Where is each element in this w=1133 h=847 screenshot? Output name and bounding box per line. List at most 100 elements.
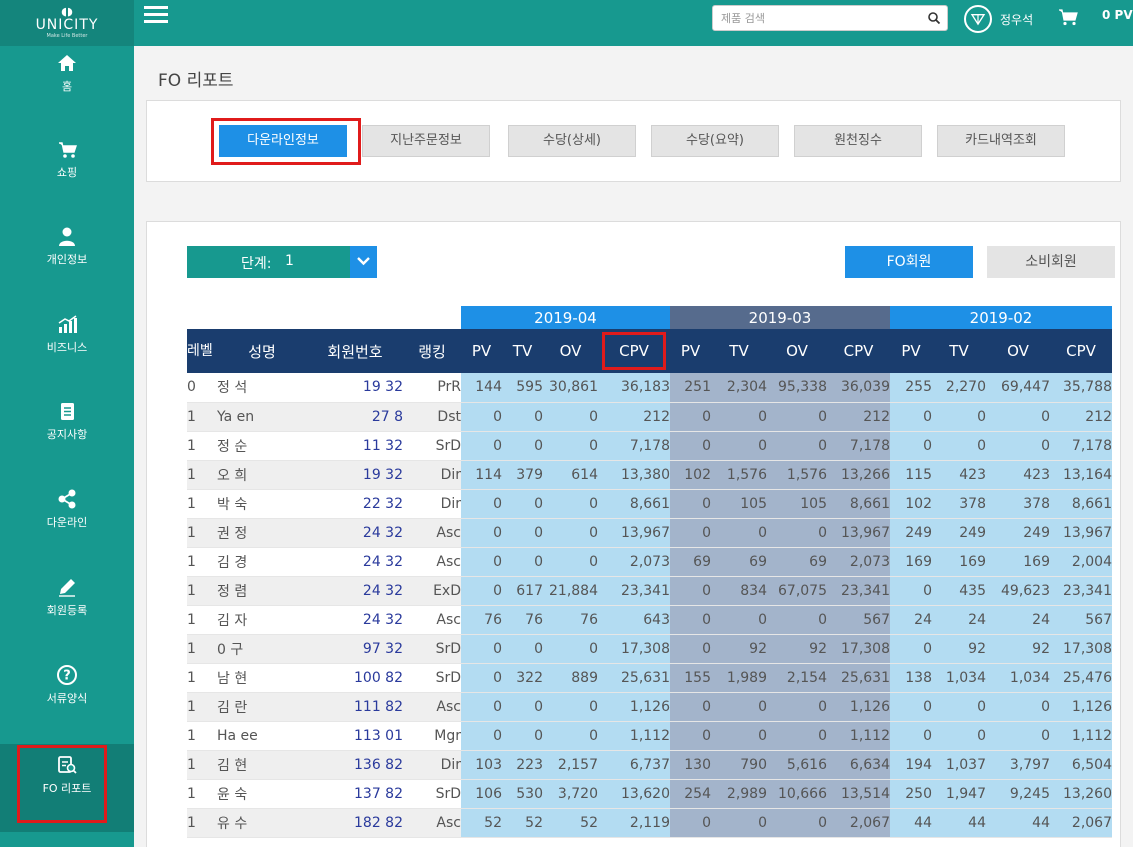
cell-ov: 92 [767, 634, 827, 664]
cell-cpv: 7,178 [598, 431, 670, 461]
cell-name: 정 렴 [217, 576, 307, 606]
cell-ov: 76 [543, 605, 598, 635]
cell-cpv: 7,178 [827, 431, 890, 461]
cell-pv: 169 [890, 547, 932, 577]
cart-icon[interactable] [1058, 8, 1078, 26]
cell-level: 1 [187, 721, 217, 751]
cell-ov: 0 [986, 402, 1050, 432]
table-row[interactable]: 1권 정 24 32 Asc 0 0 0 13,967 0 0 0 13,967 249 249 249 1… [187, 518, 1112, 548]
sidebar-item-cart[interactable]: 쇼핑 [0, 134, 134, 222]
table-row[interactable]: 1김 란 111 82 Asc 0 0 0 1,126 0 0 0 1,126 0 0 0 1,126 [187, 692, 1112, 722]
consumer-member-button[interactable]: 소비회원 [987, 246, 1115, 278]
col-pv-header[interactable]: PV [670, 329, 711, 373]
cell-name: 윤 숙 [217, 779, 307, 809]
tab-withholding-tax[interactable]: 원천징수 [794, 125, 922, 157]
table-row[interactable]: 1김 경 24 32 Asc 0 0 0 2,073 69 69 69 2,073 169 169 169… [187, 547, 1112, 577]
col-cpv-header[interactable]: CPV [598, 329, 670, 373]
table-row[interactable]: 1남 현 100 82 SrD 0 322 889 25,631 155 1,989 2,154 2… [187, 663, 1112, 693]
cell-pv: 0 [461, 489, 502, 519]
col-id-header[interactable]: 회원번호 [307, 329, 403, 373]
table-row[interactable]: 1김 현 136 82 Dir 103 223 2,157 6,737 130 790 5,616… [187, 750, 1112, 780]
col-name-header[interactable]: 성명 [217, 329, 307, 373]
col-ov-header[interactable]: OV [767, 329, 827, 373]
cell-ov: 3,797 [986, 750, 1050, 780]
table-row[interactable]: 1윤 숙 137 82 SrD 106 530 3,720 13,620 254 2,989 10… [187, 779, 1112, 809]
sidebar-item-home[interactable]: 홈 [0, 48, 134, 136]
tab-card-history[interactable]: 카드내역조회 [937, 125, 1065, 157]
cell-pv: 0 [670, 634, 711, 664]
sidebar-item-person[interactable]: 개인정보 [0, 221, 134, 309]
table-row[interactable]: 1 Ha ee 113 01 Mgr 0 0 0 1,112 0 0 0 1,112 0 0 0 1,112 [187, 721, 1112, 751]
cell-level: 1 [187, 663, 217, 693]
table-row[interactable]: 0정 석 19 32 PrR 144 595 30,861 36,183 251 2,304 95… [187, 373, 1112, 403]
sidebar-item-notice[interactable]: 공지사항 [0, 396, 134, 484]
cell-cpv: 13,620 [598, 779, 670, 809]
cell-level: 1 [187, 779, 217, 809]
cell-tv: 0 [502, 692, 543, 722]
table-row[interactable]: 1유 수 182 82 Asc 52 52 52 2,119 0 0 0 2,067 44 44 44 2,… [187, 808, 1112, 838]
sidebar: ◖◗ UNICITY Make Life Better 홈쇼핑개인정보 비즈니스 공… [0, 0, 134, 847]
cell-cpv: 1,126 [1050, 692, 1112, 722]
col-pv-header[interactable]: PV [890, 329, 932, 373]
cell-tv: 530 [502, 779, 543, 809]
cell-tv: 0 [711, 721, 767, 751]
cell-tv: 790 [711, 750, 767, 780]
tab-past-orders[interactable]: 지난주문정보 [362, 125, 490, 157]
cell-ov: 614 [543, 460, 598, 490]
table-row[interactable]: 1 Ya en 27 8 Dst 0 0 0 212 0 0 0 212 0 0 0 212 [187, 402, 1112, 432]
col-rank-header[interactable]: 랭킹 [403, 329, 461, 373]
cell-rank: Dir [403, 750, 461, 780]
search-input[interactable] [713, 6, 923, 30]
sidebar-item-pencil[interactable]: 회원등록 [0, 572, 134, 660]
brand-name: UNICITY [35, 17, 99, 33]
cell-ov: 105 [767, 489, 827, 519]
col-ov-header[interactable]: OV [543, 329, 598, 373]
cell-pv: 0 [670, 605, 711, 635]
sidebar-item-network[interactable]: 다운라인 [0, 484, 134, 572]
cell-level: 1 [187, 750, 217, 780]
cell-ov: 0 [543, 634, 598, 664]
tab-commission-summary[interactable]: 수당(요약) [651, 125, 779, 157]
col-level-header[interactable]: 레벨 [187, 329, 217, 373]
content-panel: 단계: 1 FO회원 소비회원 2019-04 2019-03 2019-02 [146, 221, 1121, 847]
fo-member-button[interactable]: FO회원 [845, 246, 973, 278]
table-row[interactable]: 1정 렴 24 32 ExD 0 617 21,884 23,341 0 834 67,075 23… [187, 576, 1112, 606]
tab-commission-detail[interactable]: 수당(상세) [508, 125, 636, 157]
sidebar-item-question[interactable]: ? 서류양식 [0, 660, 134, 748]
cell-ov: 49,623 [986, 576, 1050, 606]
cell-rank: ExD [403, 576, 461, 606]
sidebar-item-label: 쇼핑 [56, 166, 78, 179]
col-tv-header[interactable]: TV [711, 329, 767, 373]
level-select[interactable]: 단계: 1 [187, 246, 377, 278]
sidebar-item-report[interactable]: FO 리포트 [0, 744, 134, 832]
cell-tv: 92 [932, 634, 986, 664]
table-row[interactable]: 10 구 97 32 SrD 0 0 0 17,308 0 92 92 17,308 0 92 92 17,… [187, 634, 1112, 664]
cell-rank: Asc [403, 518, 461, 548]
sidebar-item-bar-chart[interactable]: 비즈니스 [0, 309, 134, 397]
cell-cpv: 17,308 [827, 634, 890, 664]
cell-pv: 0 [461, 576, 502, 606]
cell-rank: Dir [403, 460, 461, 490]
col-cpv-header[interactable]: CPV [827, 329, 890, 373]
cell-ov: 21,884 [543, 576, 598, 606]
cell-level: 1 [187, 489, 217, 519]
col-cpv-header[interactable]: CPV [1050, 329, 1112, 373]
cell-cpv: 13,967 [598, 518, 670, 548]
cell-tv: 1,037 [932, 750, 986, 780]
table-row[interactable]: 1오 희 19 32 Dir 114 379 614 13,380 102 1,576 1,576… [187, 460, 1112, 490]
cell-ov: 378 [986, 489, 1050, 519]
col-tv-header[interactable]: TV [932, 329, 986, 373]
search-icon[interactable] [927, 11, 941, 25]
table-row[interactable]: 1정 순 11 32 SrD 0 0 0 7,178 0 0 0 7,178 0 0 0 7,178 [187, 431, 1112, 461]
table-row[interactable]: 1박 숙 22 32 Dir 0 0 0 8,661 0 105 105 8,661 102 378 37… [187, 489, 1112, 519]
col-ov-header[interactable]: OV [986, 329, 1050, 373]
table-row[interactable]: 1김 자 24 32 Asc 76 76 76 643 0 0 0 567 24 24 24 567 [187, 605, 1112, 635]
cell-pv: 69 [670, 547, 711, 577]
cell-tv: 44 [932, 808, 986, 838]
hamburger-menu-icon[interactable] [144, 6, 168, 26]
col-tv-header[interactable]: TV [502, 329, 543, 373]
brand-logo[interactable]: ◖◗ UNICITY Make Life Better [0, 0, 134, 46]
chevron-down-icon[interactable] [350, 246, 377, 278]
col-pv-header[interactable]: PV [461, 329, 502, 373]
cell-cpv: 13,514 [827, 779, 890, 809]
